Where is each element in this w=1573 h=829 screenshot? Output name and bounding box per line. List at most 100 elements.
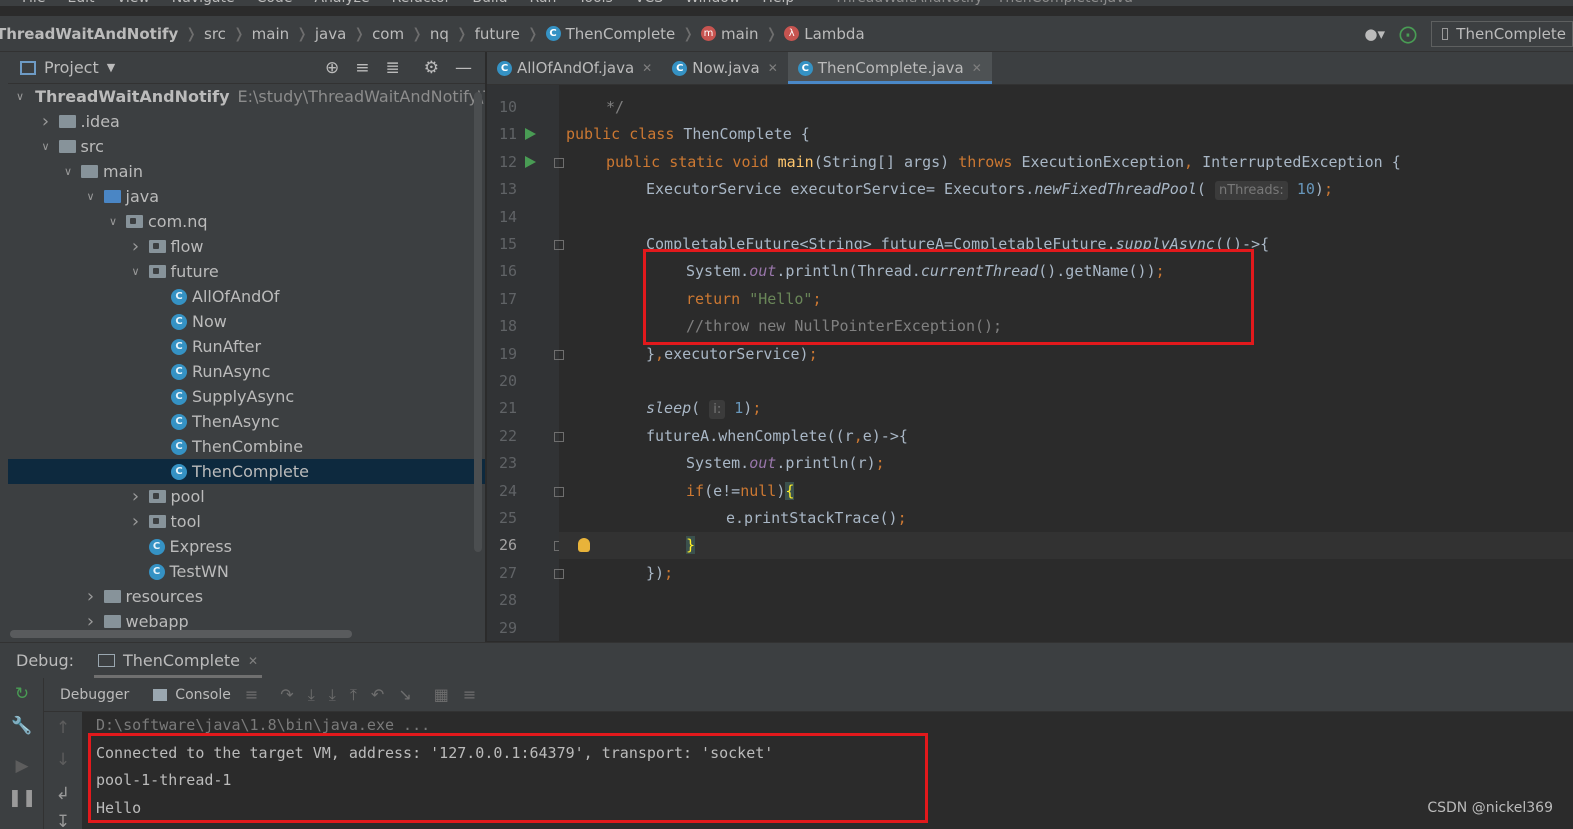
tree-item[interactable]: C AllOfAndOf [8,284,485,309]
show-execution-point-icon[interactable]: ↷ [280,685,293,704]
breadcrumb-item[interactable]: nq [430,25,449,43]
tree-vertical-scrollbar[interactable] [474,92,482,552]
menu-item-view[interactable]: View [117,0,150,6]
chevron-down-icon[interactable]: ∨ [129,265,143,278]
breadcrumb-item[interactable]: src [204,25,226,43]
menu-item-help[interactable]: Help [762,0,794,6]
menu-item-file[interactable]: File [22,0,45,6]
console-output[interactable]: D:\software\java\1.8\bin\java.exe ... Con… [82,712,1573,829]
tree-item[interactable]: ∨ src [8,134,485,159]
tree-item[interactable]: C Express [8,534,485,559]
tree-item[interactable]: C ThenComplete [8,459,485,484]
menu-item-vcs[interactable]: VCS [635,0,663,6]
console-tab[interactable]: Console [153,687,231,703]
tree-item[interactable]: › pool [8,484,485,509]
tree-item[interactable]: C TestWN [8,559,485,584]
tree-item[interactable]: C RunAfter [8,334,485,359]
rerun-icon[interactable]: ↻ [0,684,44,704]
tree-item[interactable]: C SupplyAsync [8,384,485,409]
tree-root[interactable]: ∨ ThreadWaitAndNotify E:\study\ThreadWai… [8,84,485,109]
tree-item[interactable]: › .idea [8,109,485,134]
project-view-select[interactable]: Project [44,58,99,77]
menu-item-tools[interactable]: Tools [578,0,613,6]
chevron-right-icon[interactable]: › [129,511,143,532]
menu-item-run[interactable]: Run [530,0,557,6]
chevron-down-icon[interactable]: ∨ [84,190,98,203]
chevron-down-icon[interactable]: ▼ [107,61,115,74]
menu-item-analyze[interactable]: Analyze [314,0,369,6]
collapse-all-icon[interactable]: ≣ [386,58,400,78]
breadcrumb-item[interactable]: future [475,25,520,43]
tree-item[interactable]: › tool [8,509,485,534]
up-arrow-icon[interactable]: ↑ [44,718,82,738]
step-over-icon[interactable]: ⤓ [308,685,315,705]
breadcrumb-item[interactable]: λ Lambda [784,25,865,43]
chevron-right-icon[interactable]: › [129,236,143,257]
lightbulb-icon[interactable] [578,538,590,553]
breadcrumb-item[interactable]: m main [701,25,759,43]
resume-icon[interactable]: ▶ [0,756,44,776]
close-icon[interactable]: ✕ [768,61,778,75]
menu-item-build[interactable]: Build [472,0,507,6]
debugger-tab[interactable]: Debugger [60,687,129,703]
soft-wrap-icon[interactable]: ↲ [44,784,82,804]
run-to-cursor-icon[interactable]: ↘ [398,685,411,704]
scroll-to-end-icon[interactable]: ↧ [44,812,82,829]
tree-item[interactable]: C ThenCombine [8,434,485,459]
menu-item-refactor[interactable]: Refactor [392,0,451,6]
tree-horizontal-scrollbar[interactable] [10,630,352,638]
debug-session-tab[interactable]: ThenComplete ✕ [94,644,263,678]
hide-panel-icon[interactable]: — [455,58,472,78]
user-icon[interactable]: ●▾ [1364,25,1385,43]
wrench-icon[interactable]: 🔧 [0,716,44,736]
menu-item-edit[interactable]: Edit [67,0,94,6]
editor-tab[interactable]: C AllOfAndOf.java ✕ [487,52,662,84]
chevron-down-icon[interactable]: ∨ [39,140,53,153]
down-arrow-icon[interactable]: ↓ [44,750,82,770]
tree-item[interactable]: C ThenAsync [8,409,485,434]
breadcrumb-item[interactable]: com [372,25,404,43]
step-into-icon[interactable]: ⤓ [329,685,336,705]
close-icon[interactable]: ✕ [642,61,652,75]
run-gutter-icon[interactable] [525,128,536,141]
menu-item-window[interactable]: Window [685,0,740,6]
breadcrumb-item[interactable]: ThreadWaitAndNotify [0,25,178,43]
tree-item[interactable]: › flow [8,234,485,259]
chevron-right-icon[interactable]: › [39,111,53,132]
code-editor[interactable]: 10 11 12 13 14 15 16 17 18 19 20 21 22 23 24 25 26 27 28 29… [487,85,1573,641]
tree-item[interactable]: C RunAsync [8,359,485,384]
menu-item-code[interactable]: Code [257,0,293,6]
tree-item[interactable]: ∨ java [8,184,485,209]
run-configuration-select[interactable]: ThenComplete [1431,21,1573,47]
tree-item[interactable]: C Now [8,309,485,334]
editor-tab[interactable]: C ThenComplete.java ✕ [787,52,992,84]
menu-icon[interactable]: ≡ [245,685,258,704]
tree-item[interactable]: ∨ com.nq [8,209,485,234]
tree-item[interactable]: ∨ main [8,159,485,184]
close-icon[interactable]: ✕ [972,61,982,75]
gear-icon[interactable]: ⚙ [424,58,439,78]
chevron-right-icon[interactable]: › [84,586,98,607]
tree-item[interactable]: › resources [8,584,485,609]
breadcrumb-item[interactable]: main [252,25,289,43]
editor-tab[interactable]: C Now.java ✕ [662,52,788,84]
code-area[interactable]: */public class ThenComplete {public stat… [559,85,1573,641]
evaluate-expression-icon[interactable]: ▦ [434,685,449,704]
run-gutter-icon[interactable] [525,155,536,168]
drop-frame-icon[interactable]: ↶ [371,685,384,704]
breadcrumb-item[interactable]: C ThenComplete [545,25,675,43]
tree-item[interactable]: ∨ future [8,259,485,284]
chevron-down-icon[interactable]: ∨ [106,215,120,228]
breadcrumb-item[interactable]: java [315,25,346,43]
locate-file-icon[interactable]: ⊕ [325,58,339,78]
chevron-right-icon[interactable]: › [129,486,143,507]
step-out-icon[interactable]: ⤒ [350,685,357,705]
close-icon[interactable]: ✕ [248,654,258,668]
expand-all-icon[interactable]: ≡ [355,58,369,78]
menu-item-navigate[interactable]: Navigate [172,0,235,6]
trace-icon[interactable]: ≡ [463,685,476,704]
chevron-down-icon[interactable]: ∨ [61,165,75,178]
chevron-right-icon[interactable]: › [84,611,98,632]
chevron-down-icon[interactable]: ∨ [16,90,24,103]
pause-icon[interactable]: ❚❚ [0,788,44,808]
